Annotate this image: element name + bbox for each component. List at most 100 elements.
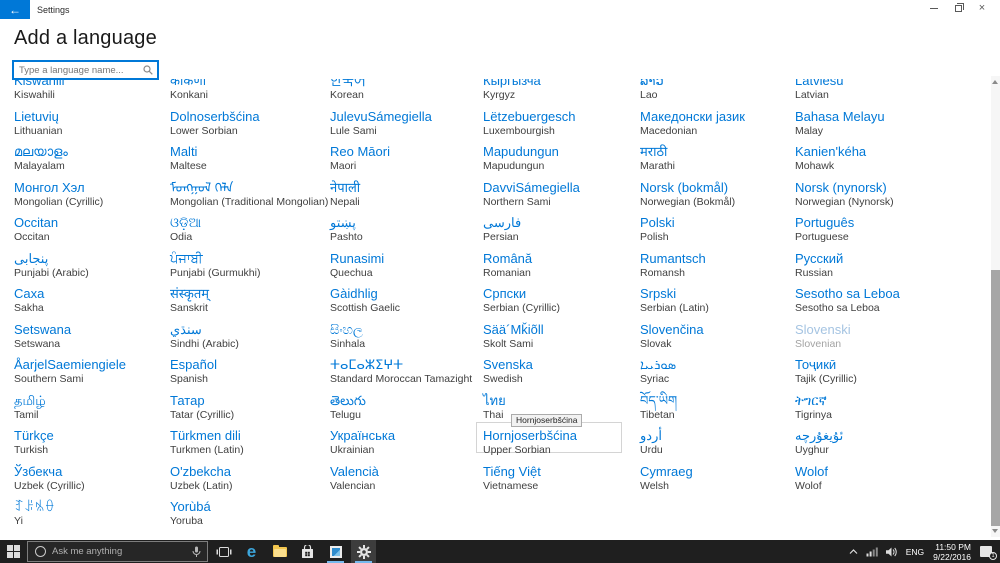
microphone-icon[interactable] xyxy=(192,546,201,558)
language-item[interactable]: LietuviųLithuanian xyxy=(14,109,170,145)
language-item[interactable]: ÅarjelSaemiengieleSouthern Sami xyxy=(14,357,170,393)
language-item[interactable]: Reo MāoriMaori xyxy=(330,144,483,180)
action-center-button[interactable]: 1 xyxy=(976,540,1000,563)
language-item[interactable]: RunasimiQuechua xyxy=(330,251,483,287)
language-item[interactable]: CaxaSakha xyxy=(14,286,170,322)
language-item[interactable]: Norsk (bokmål)Norwegian (Bokmål) xyxy=(640,180,795,216)
language-item[interactable]: Монгол ХэлMongolian (Cyrillic) xyxy=(14,180,170,216)
language-item[interactable]: O'zbekchaUzbek (Latin) xyxy=(170,464,330,500)
language-item[interactable]: سنڌيSindhi (Arabic) xyxy=(170,322,330,358)
language-item[interactable]: MapudungunMapudungun xyxy=(483,144,640,180)
network-button[interactable] xyxy=(862,540,882,563)
language-item[interactable]: SlovenskiSlovenian xyxy=(795,322,990,358)
language-item[interactable]: ТатарTatar (Cyrillic) xyxy=(170,393,330,429)
language-item[interactable]: ትግርኛTigrinya xyxy=(795,393,990,429)
language-item[interactable]: GàidhligScottish Gaelic xyxy=(330,286,483,322)
language-item[interactable]: OccitanOccitan xyxy=(14,215,170,251)
language-item[interactable]: 한국어Korean xyxy=(330,79,483,109)
clock[interactable]: 11:50 PM 9/22/2016 xyxy=(928,542,976,562)
file-explorer-button[interactable] xyxy=(267,540,292,563)
scrollbar-up-arrow[interactable] xyxy=(992,80,998,84)
language-item[interactable]: EspañolSpanish xyxy=(170,357,330,393)
language-native-name: नेपाली xyxy=(330,180,483,196)
language-item[interactable]: УкраїнськаUkrainian xyxy=(330,428,483,464)
language-item[interactable]: JulevuSámegiellaLule Sami xyxy=(330,109,483,145)
language-item[interactable]: КыргызчаKyrgyz xyxy=(483,79,640,109)
language-search-box[interactable] xyxy=(12,60,159,80)
language-item[interactable]: پنجابیPunjabi (Arabic) xyxy=(14,251,170,287)
language-item[interactable]: PolskiPolish xyxy=(640,215,795,251)
language-item[interactable]: СрпскиSerbian (Cyrillic) xyxy=(483,286,640,322)
language-item[interactable]: ລາວLao xyxy=(640,79,795,109)
language-item[interactable]: Tiếng ViệtVietnamese xyxy=(483,464,640,500)
language-item[interactable]: YorùbáYoruba xyxy=(170,499,330,535)
language-item[interactable]: LatviešuLatvian xyxy=(795,79,990,109)
language-item[interactable]: संस्कृतम्Sanskrit xyxy=(170,286,330,322)
language-item[interactable]: РусскийRussian xyxy=(795,251,990,287)
language-item[interactable]: മലയാളംMalayalam xyxy=(14,144,170,180)
language-item[interactable]: LëtzebuergeschLuxembourgish xyxy=(483,109,640,145)
language-item[interactable]: Kanien'kéhaMohawk xyxy=(795,144,990,180)
settings-app-button[interactable] xyxy=(351,540,376,563)
language-item[interactable]: ЎзбекчаUzbek (Cyrillic) xyxy=(14,464,170,500)
language-item[interactable]: MaltiMaltese xyxy=(170,144,330,180)
language-item[interactable]: Türkmen diliTurkmen (Latin) xyxy=(170,428,330,464)
language-item[interactable]: नेपालीNepali xyxy=(330,180,483,216)
language-item[interactable]: ᠮᠣᠩᠭᠣᠯ ᠬᠡᠯᠡMongolian (Traditional Mongol… xyxy=(170,180,330,216)
language-item[interactable]: RomânăRomanian xyxy=(483,251,640,287)
language-item[interactable]: KiswahiliKiswahili xyxy=(14,79,170,109)
back-button[interactable]: ← xyxy=(0,0,30,19)
language-item[interactable]: कोंकणीKonkani xyxy=(170,79,330,109)
language-item[interactable]: Sää´MǩiõllSkolt Sami xyxy=(483,322,640,358)
language-item[interactable]: WolofWolof xyxy=(795,464,990,500)
language-item[interactable]: RumantschRomansh xyxy=(640,251,795,287)
language-item[interactable]: தமிழ்Tamil xyxy=(14,393,170,429)
language-item[interactable]: PortuguêsPortuguese xyxy=(795,215,990,251)
scrollbar-thumb[interactable] xyxy=(991,270,1000,526)
language-item[interactable]: ਪੰਜਾਬੀPunjabi (Gurmukhi) xyxy=(170,251,330,287)
language-item[interactable]: TürkçeTurkish xyxy=(14,428,170,464)
language-item[interactable]: أردوUrdu xyxy=(640,428,795,464)
store-button[interactable] xyxy=(295,540,320,563)
language-item[interactable]: ТоҷикӣTajik (Cyrillic) xyxy=(795,357,990,393)
language-item[interactable]: Bahasa MelayuMalay xyxy=(795,109,990,145)
language-item[interactable]: SvenskaSwedish xyxy=(483,357,640,393)
language-english-name: Konkani xyxy=(170,89,330,102)
cortana-search-box[interactable]: Ask me anything xyxy=(27,541,208,562)
language-search-input[interactable] xyxy=(14,65,143,76)
language-item[interactable]: CymraegWelsh xyxy=(640,464,795,500)
minimize-button[interactable] xyxy=(922,1,946,16)
language-item[interactable]: Norsk (nynorsk)Norwegian (Nynorsk) xyxy=(795,180,990,216)
language-item[interactable]: ⵜⴰⵎⴰⵣⵉⵖⵜStandard Moroccan Tamazight xyxy=(330,357,483,393)
restore-button[interactable] xyxy=(946,1,970,16)
language-item[interactable]: ئۇيغۇرچەUyghur xyxy=(795,428,990,464)
language-item[interactable]: ꆈꌠꁱꂷYi xyxy=(14,499,170,535)
language-item[interactable]: SetswanaSetswana xyxy=(14,322,170,358)
language-item[interactable]: मराठीMarathi xyxy=(640,144,795,180)
language-item[interactable]: SrpskiSerbian (Latin) xyxy=(640,286,795,322)
language-item[interactable]: SlovenčinaSlovak xyxy=(640,322,795,358)
language-item[interactable]: HornjoserbšćinaHornjoserbšćinaUpper Sorb… xyxy=(483,428,640,464)
language-item[interactable]: Sesotho sa LeboaSesotho sa Leboa xyxy=(795,286,990,322)
language-item[interactable]: తెలుగుTelugu xyxy=(330,393,483,429)
language-item[interactable]: DolnoserbšćinaLower Sorbian xyxy=(170,109,330,145)
language-item[interactable]: فارسیPersian xyxy=(483,215,640,251)
language-item[interactable]: བོད་ཡིགTibetan xyxy=(640,393,795,429)
language-item[interactable]: සිංහලSinhala xyxy=(330,322,483,358)
close-button[interactable]: × xyxy=(970,1,994,16)
input-language-indicator[interactable]: ENG xyxy=(902,540,928,563)
scrollbar-down-arrow[interactable] xyxy=(992,529,998,533)
language-item[interactable]: ଓଡ଼ିଆOdia xyxy=(170,215,330,251)
volume-button[interactable] xyxy=(882,540,902,563)
edge-button[interactable]: e xyxy=(239,540,264,563)
language-item[interactable]: ValenciàValencian xyxy=(330,464,483,500)
language-item[interactable]: DavviSámegiellaNorthern Sami xyxy=(483,180,640,216)
scrollbar[interactable] xyxy=(991,76,1000,537)
tray-overflow-button[interactable] xyxy=(845,540,862,563)
language-item[interactable]: پښتوPashto xyxy=(330,215,483,251)
start-button[interactable] xyxy=(0,540,26,563)
language-item[interactable]: ܣܘܪܝܝܐSyriac xyxy=(640,357,795,393)
task-view-button[interactable] xyxy=(211,540,236,563)
photos-app-button[interactable] xyxy=(323,540,348,563)
language-item[interactable]: Македонски јазикMacedonian xyxy=(640,109,795,145)
